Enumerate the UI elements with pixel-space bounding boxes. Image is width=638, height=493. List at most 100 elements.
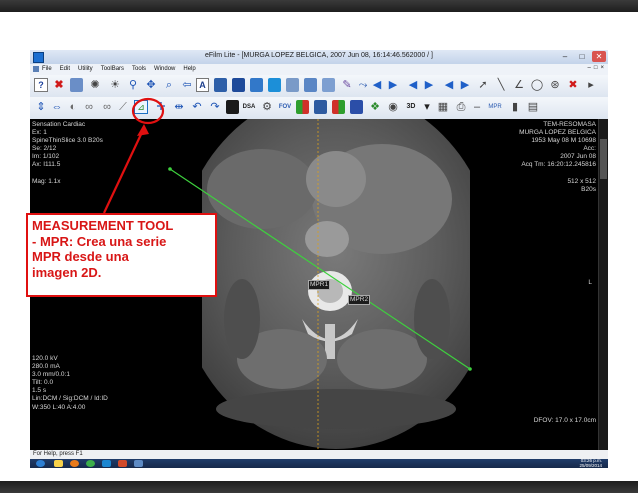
close-x-icon[interactable]: ✖: [52, 78, 66, 92]
accession: Acc:: [583, 145, 596, 153]
study-date: 2007 Jun 08: [560, 153, 596, 161]
mpr-tool-icon[interactable]: ⊿: [134, 100, 148, 114]
powerpoint-icon[interactable]: [118, 460, 127, 467]
ruler-icon[interactable]: ⟋: [116, 100, 130, 114]
invert-icon[interactable]: ◐: [66, 100, 80, 114]
3d-icon[interactable]: 3D: [404, 100, 418, 114]
next-image-icon[interactable]: ▶: [386, 78, 400, 92]
arrow-left-icon[interactable]: ⇦: [180, 78, 194, 92]
delete-icon[interactable]: ✖: [566, 78, 580, 92]
sun-icon[interactable]: ✺: [88, 78, 102, 92]
tube-current: 280.0 mA: [32, 363, 60, 371]
skype-icon[interactable]: [102, 460, 111, 467]
cross-reference-icon[interactable]: ✛: [154, 100, 168, 114]
angle-icon[interactable]: ∠: [512, 78, 526, 92]
menu-utility[interactable]: Utility: [78, 66, 93, 72]
brightness-icon[interactable]: ☀: [108, 78, 122, 92]
more-icon[interactable]: ▸: [584, 78, 598, 92]
magnify-plus-icon[interactable]: ⌕: [162, 78, 176, 92]
flip-vertical-icon[interactable]: ⇕: [34, 100, 48, 114]
dash-icon[interactable]: –: [470, 100, 484, 114]
page-icon[interactable]: [214, 78, 227, 92]
cine-icon[interactable]: [304, 78, 317, 92]
patient-info: 1953 May 08 M 10698: [531, 137, 596, 145]
grid-icon[interactable]: ▤: [526, 100, 540, 114]
chrome-icon[interactable]: [86, 460, 95, 467]
report-icon[interactable]: [350, 100, 363, 114]
printer-icon[interactable]: ⎙: [454, 100, 468, 114]
mdi-restore-button[interactable]: □: [594, 65, 598, 71]
dsa-icon[interactable]: DSA: [242, 100, 256, 114]
prev-image-icon[interactable]: ◀: [370, 78, 384, 92]
cube-icon[interactable]: ▦: [436, 100, 450, 114]
minimize-button[interactable]: –: [558, 51, 572, 62]
next-study-icon[interactable]: ▶: [458, 78, 472, 92]
mpr-handle-start[interactable]: [168, 167, 172, 171]
menu-toolbars[interactable]: ToolBars: [101, 66, 124, 72]
settings-icon[interactable]: [232, 78, 245, 92]
title-bar: eFilm Lite - [MURGA LOPEZ BELGICA, 2007 …: [30, 50, 608, 65]
menu-file[interactable]: File: [42, 66, 52, 72]
glasses-icon[interactable]: ∞: [82, 100, 96, 114]
mpr-handle-end[interactable]: [468, 367, 472, 371]
fov-icon[interactable]: FOV: [278, 100, 292, 114]
series-number: Se: 2/12: [32, 145, 57, 153]
mdi-close-button[interactable]: ×: [600, 65, 604, 71]
redo-icon[interactable]: ↷: [208, 100, 222, 114]
ellipse-icon[interactable]: ◯: [530, 78, 544, 92]
pan-icon[interactable]: ✥: [144, 78, 158, 92]
prev-series-icon[interactable]: ◀: [406, 78, 420, 92]
gallery-icon[interactable]: ❖: [368, 100, 382, 114]
text-annotation-icon[interactable]: A: [196, 78, 209, 92]
link-icon[interactable]: ⤳: [356, 78, 370, 92]
menu-window[interactable]: Window: [154, 66, 175, 72]
eye-icon[interactable]: ⊛: [548, 78, 562, 92]
rotate-icon[interactable]: ↶: [190, 100, 204, 114]
maximize-button[interactable]: □: [575, 51, 589, 62]
close-button[interactable]: ✕: [592, 51, 606, 62]
mdi-minimize-button[interactable]: –: [588, 65, 591, 71]
image-icon[interactable]: [286, 78, 299, 92]
kvp: 120.0 kV: [32, 355, 58, 362]
pen-icon[interactable]: ✎: [340, 78, 354, 92]
scrollbar-thumb[interactable]: [600, 139, 607, 179]
prev-study-icon[interactable]: ◀: [442, 78, 456, 92]
sync-icon[interactable]: ⇹: [172, 100, 186, 114]
window-icon[interactable]: [70, 78, 83, 92]
firefox-icon[interactable]: [70, 460, 79, 467]
magnify-icon[interactable]: ⚲: [126, 78, 140, 92]
vertical-scrollbar[interactable]: [598, 119, 608, 450]
help-icon[interactable]: ?: [34, 78, 48, 92]
series-description: Sensation Cardiac: [32, 121, 86, 128]
annotation-callout: MEASUREMENT TOOL - MPR: Crea una serie M…: [26, 213, 217, 297]
flip-horizontal-icon[interactable]: ⇔: [50, 100, 64, 114]
explorer-icon[interactable]: [54, 460, 63, 467]
black-image-icon[interactable]: [226, 100, 239, 114]
lut-icon[interactable]: [332, 100, 345, 114]
mpr-icon[interactable]: MPR: [488, 100, 502, 114]
cursor-icon[interactable]: ➚: [476, 78, 490, 92]
chart-icon[interactable]: ▮: [508, 100, 522, 114]
menu-tools[interactable]: Tools: [132, 66, 146, 72]
menu-edit[interactable]: Edit: [60, 66, 70, 72]
layout-icon[interactable]: [250, 78, 263, 92]
capture-icon[interactable]: ◉: [386, 100, 400, 114]
series-icon[interactable]: [268, 78, 281, 92]
menu-help[interactable]: Help: [183, 66, 195, 72]
gear-icon[interactable]: ⚙: [260, 100, 274, 114]
overlay-top-left: Sensation Cardiac Ex: 1 SpineThinSlice 3…: [32, 121, 103, 186]
display-fov: DFOV: 17.0 x 17.0cm: [533, 417, 596, 424]
dropdown-icon[interactable]: ▾: [420, 100, 434, 114]
line-icon[interactable]: ╲: [494, 78, 508, 92]
slice-thickness: 3.0 mm/0.0:1: [32, 371, 70, 379]
next-series-icon[interactable]: ▶: [422, 78, 436, 92]
color-map-icon[interactable]: [296, 100, 309, 114]
efilm-task-icon[interactable]: [134, 460, 143, 467]
stack-icon[interactable]: [322, 78, 335, 92]
orientation-left-label: L: [588, 279, 592, 286]
glasses-alt-icon[interactable]: ∞: [100, 100, 114, 114]
start-icon[interactable]: [36, 460, 45, 467]
system-clock: 03:26 p.m. 25/09/2014: [579, 458, 602, 468]
window-level-icon[interactable]: [314, 100, 327, 114]
